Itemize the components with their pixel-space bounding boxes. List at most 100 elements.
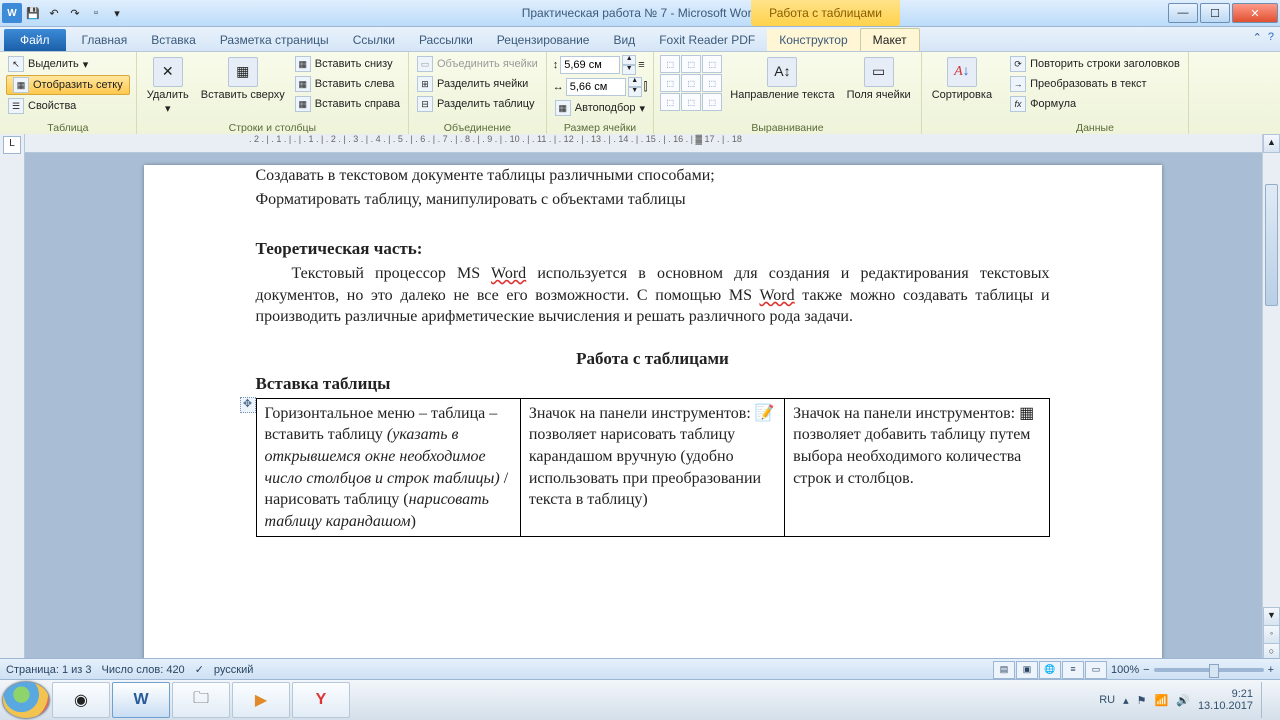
tray-network-icon[interactable]: 📶 [1155, 694, 1169, 707]
qat-dropdown-icon[interactable]: ▾ [107, 3, 127, 23]
autofit-button[interactable]: ▦Автоподбор▾ [553, 99, 648, 117]
view-gridlines-button[interactable]: ▦Отобразить сетку [6, 75, 130, 95]
tab-selector[interactable]: L [3, 136, 21, 154]
zoom-in-button[interactable]: + [1268, 664, 1274, 676]
save-icon[interactable]: 💾 [23, 3, 43, 23]
tab-mailings[interactable]: Рассылки [407, 29, 485, 51]
maximize-button[interactable]: ☐ [1200, 3, 1230, 23]
alignment-grid[interactable]: ⬚⬚⬚ ⬚⬚⬚ ⬚⬚⬚ [660, 55, 722, 111]
taskbar-yandex[interactable]: Y [292, 682, 350, 718]
page-indicator[interactable]: Страница: 1 из 3 [6, 664, 92, 676]
taskbar-word[interactable]: W [112, 682, 170, 718]
tab-foxit[interactable]: Foxit Reader PDF [647, 29, 767, 51]
table-cell[interactable]: Значок на панели инструментов: 📝 позволя… [520, 398, 784, 537]
scroll-down-button[interactable]: ▼ [1263, 607, 1280, 626]
proofing-icon[interactable]: ✓ [195, 663, 204, 676]
insert-left-button[interactable]: ▦Вставить слева [293, 75, 402, 93]
select-button[interactable]: ↖Выделить▾ [6, 55, 130, 73]
table-move-handle[interactable]: ✥ [240, 397, 256, 413]
document-canvas[interactable]: . 2 . | . 1 . | . | . 1 . | . 2 . | . 3 … [25, 134, 1280, 680]
tab-view[interactable]: Вид [601, 29, 647, 51]
taskbar-explorer[interactable]: 🗀 [172, 682, 230, 718]
properties-button[interactable]: ☰Свойства [6, 97, 130, 115]
scroll-up-button[interactable]: ▲ [1263, 134, 1280, 153]
insert-above-button[interactable]: ▦Вставить сверху [197, 55, 289, 103]
tray-flag-icon[interactable]: ▴ [1123, 694, 1129, 707]
insert-below-button[interactable]: ▦Вставить снизу [293, 55, 402, 73]
window-title: Практическая работа № 7 - Microsoft Word [0, 6, 1280, 20]
minimize-ribbon-icon[interactable]: ⌃ [1253, 31, 1262, 44]
tab-references[interactable]: Ссылки [341, 29, 407, 51]
heading: Работа с таблицами [256, 348, 1050, 371]
tab-design[interactable]: Конструктор [767, 29, 859, 51]
insert-right-button[interactable]: ▦Вставить справа [293, 95, 402, 113]
vertical-ruler[interactable]: L [0, 134, 25, 680]
vertical-scrollbar[interactable]: ▲ ▼ ◦ ○ ◦ [1262, 134, 1280, 680]
merge-cells-button: ▭Объединить ячейки [415, 55, 540, 73]
formula-button[interactable]: fxФормула [1008, 95, 1182, 113]
table-cell[interactable]: Горизонтальное меню – таблица – вставить… [256, 398, 520, 537]
taskbar-media[interactable]: ▶ [232, 682, 290, 718]
tray-volume-icon[interactable]: 🔊 [1176, 694, 1190, 707]
view-buttons: ▤ ▣ 🌐 ≡ ▭ [993, 661, 1107, 679]
sort-button[interactable]: A↓Сортировка [928, 55, 996, 103]
cell-margins-button[interactable]: ▭Поля ячейки [843, 55, 915, 103]
print-layout-view[interactable]: ▤ [993, 661, 1015, 679]
horizontal-ruler[interactable]: . 2 . | . 1 . | . | . 1 . | . 2 . | . 3 … [25, 134, 1280, 153]
web-view[interactable]: 🌐 [1039, 661, 1061, 679]
language-indicator[interactable]: русский [214, 664, 253, 676]
tray-time[interactable]: 9:21 [1198, 688, 1253, 700]
show-desktop-button[interactable] [1261, 682, 1272, 718]
split-table-button[interactable]: ⊟Разделить таблицу [415, 95, 540, 113]
delete-button[interactable]: ✕Удалить▾ [143, 55, 193, 117]
draft-view[interactable]: ▭ [1085, 661, 1107, 679]
tray-lang[interactable]: RU [1099, 694, 1115, 706]
zoom-slider[interactable] [1154, 668, 1264, 672]
table-cell[interactable]: Значок на панели инструментов: ▦ позволя… [785, 398, 1049, 537]
zoom-level[interactable]: 100% [1111, 664, 1139, 676]
text-direction-button[interactable]: A↕Направление текста [726, 55, 838, 103]
row-height-spinner[interactable]: ↕▲▼≡ [553, 55, 648, 75]
minimize-button[interactable]: — [1168, 3, 1198, 23]
tab-home[interactable]: Главная [70, 29, 140, 51]
repeat-header-button[interactable]: ⟳Повторить строки заголовков [1008, 55, 1182, 73]
outline-view[interactable]: ≡ [1062, 661, 1084, 679]
row-height-input[interactable] [560, 56, 620, 74]
file-tab[interactable]: Файл [4, 29, 66, 51]
tab-review[interactable]: Рецензирование [485, 29, 602, 51]
close-button[interactable]: ✕ [1232, 3, 1278, 23]
col-width-spinner[interactable]: ↔▲▼⫿ [553, 77, 648, 97]
start-button[interactable] [2, 681, 50, 719]
tab-pagelayout[interactable]: Разметка страницы [208, 29, 341, 51]
dist-cols-icon[interactable]: ⫿ [644, 81, 648, 94]
split-cells-button[interactable]: ⊞Разделить ячейки [415, 75, 540, 93]
tab-layout[interactable]: Макет [860, 28, 920, 51]
help-icon[interactable]: ? [1268, 31, 1274, 44]
row-below-icon: ▦ [295, 56, 311, 72]
body-text: Форматировать таблицу, манипулировать с … [256, 189, 1050, 211]
group-alignment: ⬚⬚⬚ ⬚⬚⬚ ⬚⬚⬚ A↕Направление текста ▭Поля я… [654, 52, 921, 136]
redo-icon[interactable]: ↷ [65, 3, 85, 23]
fullscreen-view[interactable]: ▣ [1016, 661, 1038, 679]
tab-insert[interactable]: Вставка [139, 29, 208, 51]
split-icon: ⊞ [417, 76, 433, 92]
pointer-icon: ↖ [8, 56, 24, 72]
table-row: Горизонтальное меню – таблица – вставить… [256, 398, 1049, 537]
repeat-icon: ⟳ [1010, 56, 1026, 72]
convert-text-button[interactable]: →Преобразовать в текст [1008, 75, 1182, 93]
prev-page-button[interactable]: ◦ [1263, 625, 1280, 644]
window-controls: — ☐ ✕ [1168, 3, 1280, 23]
dist-rows-icon[interactable]: ≡ [638, 59, 644, 71]
tray-date[interactable]: 13.10.2017 [1198, 700, 1253, 712]
page[interactable]: Создавать в текстовом документе таблицы … [144, 165, 1162, 680]
scroll-thumb[interactable] [1265, 184, 1278, 306]
zoom-out-button[interactable]: − [1143, 664, 1149, 676]
undo-icon[interactable]: ↶ [44, 3, 64, 23]
document-table[interactable]: Горизонтальное меню – таблица – вставить… [256, 398, 1050, 538]
tray-action-icon[interactable]: ⚑ [1137, 694, 1147, 707]
group-merge: ▭Объединить ячейки ⊞Разделить ячейки ⊟Ра… [409, 52, 547, 136]
col-width-input[interactable] [566, 78, 626, 96]
new-icon[interactable]: ▫ [86, 3, 106, 23]
word-count[interactable]: Число слов: 420 [102, 664, 185, 676]
taskbar-chrome[interactable]: ◉ [52, 682, 110, 718]
